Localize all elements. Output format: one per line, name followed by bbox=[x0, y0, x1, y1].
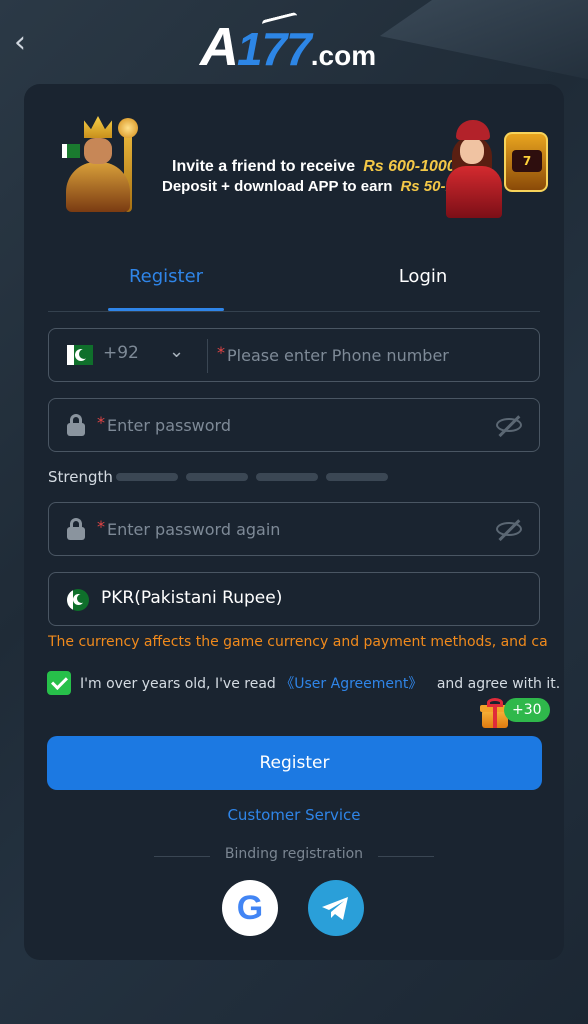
site-logo: A 177 .com bbox=[200, 16, 377, 77]
required-mark: * bbox=[97, 413, 105, 432]
slot-machine-icon: 7 bbox=[504, 132, 548, 192]
register-button[interactable]: Register bbox=[47, 736, 542, 790]
promo-line2: Deposit + download APP to earn bbox=[162, 178, 393, 195]
agreement-text-after: and agree with it. bbox=[436, 676, 561, 692]
top-bar: ‹ A 177 .com bbox=[0, 0, 588, 84]
promo-banner[interactable]: Invite a friend to receive Rs 600-10000 D… bbox=[48, 114, 548, 218]
chevron-down-icon[interactable]: ⌄ bbox=[169, 341, 184, 362]
lock-icon bbox=[67, 414, 85, 436]
country-code[interactable]: +92 bbox=[103, 343, 139, 363]
eye-off-icon[interactable] bbox=[495, 413, 523, 437]
logo-number: 177 bbox=[237, 23, 312, 75]
tab-login[interactable]: Login bbox=[348, 266, 498, 306]
password-input[interactable] bbox=[107, 399, 477, 451]
customer-service-link[interactable]: Customer Service bbox=[24, 806, 564, 824]
tab-register[interactable]: Register bbox=[108, 266, 224, 306]
auth-tabs: Register Login bbox=[48, 260, 540, 312]
binding-registration-label: Binding registration bbox=[154, 846, 434, 866]
required-mark: * bbox=[97, 517, 105, 536]
promo-text: Invite a friend to receive Rs 600-10000 D… bbox=[162, 157, 479, 197]
strength-bar bbox=[326, 473, 388, 481]
register-card: Invite a friend to receive Rs 600-10000 D… bbox=[24, 84, 564, 960]
phone-field: +92 ⌄ * bbox=[48, 328, 540, 382]
promo-line1: Invite a friend to receive bbox=[172, 158, 356, 175]
chevron-left-icon[interactable]: ‹ bbox=[14, 28, 42, 58]
google-icon: G bbox=[236, 889, 264, 927]
currency-select[interactable]: PKR(Pakistani Rupee) bbox=[48, 572, 540, 626]
agreement-checkbox[interactable] bbox=[47, 671, 71, 695]
active-tab-indicator bbox=[108, 308, 224, 311]
bonus-badge: +30 bbox=[504, 698, 550, 722]
confirm-password-input[interactable] bbox=[107, 503, 477, 555]
logo-letter: A bbox=[200, 17, 239, 77]
currency-warning: The currency affects the game currency a… bbox=[48, 634, 548, 650]
king-illustration bbox=[50, 114, 150, 214]
currency-value: PKR(Pakistani Rupee) bbox=[101, 588, 283, 608]
agreement-text: I'm over years old, I've read 《User Agre… bbox=[80, 673, 560, 693]
confirm-password-field: * bbox=[48, 502, 540, 556]
required-mark: * bbox=[217, 343, 225, 362]
phone-input[interactable] bbox=[227, 329, 527, 381]
pakistan-flag-icon bbox=[67, 589, 89, 611]
telegram-icon bbox=[322, 897, 348, 920]
strength-bar bbox=[186, 473, 248, 481]
user-agreement-link[interactable]: 《User Agreement》 bbox=[280, 676, 422, 692]
strength-label: Strength bbox=[48, 468, 113, 486]
field-divider bbox=[207, 339, 208, 373]
eye-off-icon[interactable] bbox=[495, 517, 523, 541]
lock-icon bbox=[67, 518, 85, 540]
telegram-login-button[interactable] bbox=[308, 880, 364, 936]
google-login-button[interactable]: G bbox=[222, 880, 278, 936]
logo-domain: .com bbox=[310, 40, 377, 71]
strength-bar bbox=[256, 473, 318, 481]
agreement-text-before: I'm over years old, I've read bbox=[80, 676, 276, 692]
pakistan-flag-icon bbox=[67, 345, 93, 365]
slot-label: 7 bbox=[512, 150, 542, 172]
strength-bar bbox=[116, 473, 178, 481]
girl-illustration: 7 bbox=[420, 114, 548, 218]
password-field: * bbox=[48, 398, 540, 452]
